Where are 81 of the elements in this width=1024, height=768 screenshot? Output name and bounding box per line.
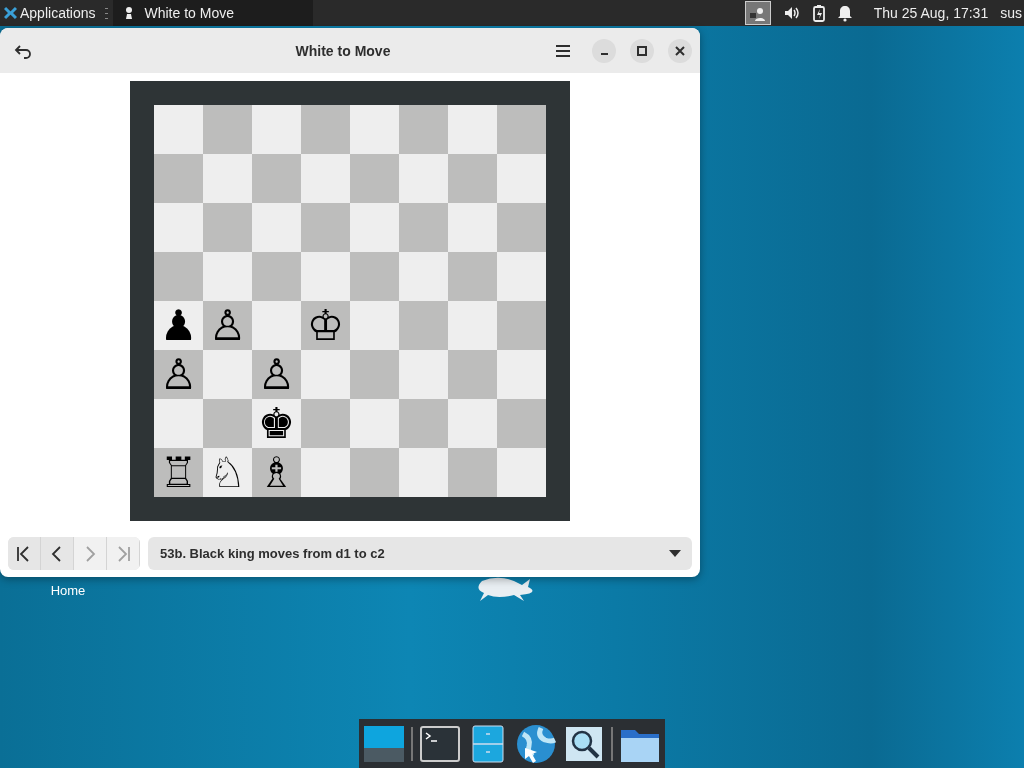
board-square[interactable] <box>497 301 546 350</box>
board-square[interactable] <box>252 301 301 350</box>
close-button[interactable] <box>668 38 692 63</box>
board-square[interactable] <box>154 105 203 154</box>
maximize-button[interactable] <box>630 38 654 63</box>
board-square[interactable] <box>497 448 546 497</box>
globe-cursor-icon[interactable] <box>515 723 557 764</box>
bell-icon[interactable] <box>837 4 852 22</box>
board-square[interactable] <box>203 105 252 154</box>
board-square[interactable] <box>350 203 399 252</box>
desktop-icon-label[interactable]: Home <box>50 583 86 598</box>
board-square[interactable] <box>497 350 546 399</box>
board-square[interactable] <box>154 399 203 448</box>
minimize-icon <box>600 52 608 55</box>
board-square[interactable] <box>448 154 497 203</box>
board-square[interactable] <box>399 105 448 154</box>
board-square[interactable] <box>301 105 350 154</box>
taskbar-window-button[interactable]: White to Move <box>112 0 313 26</box>
tray-app-icon[interactable] <box>744 1 771 25</box>
board-square[interactable] <box>350 448 399 497</box>
board-square[interactable] <box>350 301 399 350</box>
dropdown-caret-icon <box>668 549 682 558</box>
board-square[interactable] <box>301 399 350 448</box>
board-square[interactable] <box>350 350 399 399</box>
move-history-dropdown[interactable]: 53b. Black king moves from d1 to c2 <box>148 537 692 570</box>
applications-icon <box>4 6 17 20</box>
board-square[interactable] <box>350 252 399 301</box>
board-square[interactable] <box>399 252 448 301</box>
battery-icon[interactable] <box>811 4 826 22</box>
applications-menu-button[interactable]: Applications <box>0 0 100 26</box>
show-desktop-icon[interactable] <box>363 723 405 764</box>
board-square[interactable] <box>448 105 497 154</box>
panel-handle-icon <box>103 6 109 20</box>
board-square[interactable] <box>203 350 252 399</box>
user-name[interactable]: sus <box>1000 5 1022 21</box>
board-square[interactable] <box>497 203 546 252</box>
close-icon <box>675 45 685 56</box>
board-square[interactable] <box>154 203 203 252</box>
window-title: White to Move <box>294 42 392 59</box>
board-square[interactable] <box>301 203 350 252</box>
chess-board[interactable]: ♟ ♙ ♔ ♙ ♙ ♚ ♖ ♘ ♗ <box>130 81 570 521</box>
board-square[interactable] <box>448 301 497 350</box>
board-square[interactable] <box>497 252 546 301</box>
volume-icon[interactable] <box>782 5 800 21</box>
terminal-icon[interactable] <box>419 723 461 764</box>
board-square[interactable] <box>399 350 448 399</box>
board-square[interactable] <box>301 154 350 203</box>
board-square[interactable] <box>252 154 301 203</box>
board-square[interactable] <box>497 154 546 203</box>
board-square[interactable] <box>350 399 399 448</box>
board-square[interactable] <box>399 399 448 448</box>
board-square[interactable] <box>301 252 350 301</box>
board-square[interactable] <box>350 105 399 154</box>
board-square[interactable] <box>154 252 203 301</box>
board-square[interactable] <box>448 399 497 448</box>
board-square[interactable] <box>203 399 252 448</box>
board-square[interactable] <box>448 203 497 252</box>
board-square[interactable] <box>399 301 448 350</box>
board-square[interactable] <box>350 154 399 203</box>
board-square[interactable] <box>497 105 546 154</box>
maximize-icon <box>637 45 647 56</box>
board-square[interactable] <box>154 154 203 203</box>
board-square[interactable] <box>252 203 301 252</box>
first-move-button[interactable] <box>8 537 41 570</box>
board-square[interactable] <box>203 252 252 301</box>
board-square[interactable] <box>448 252 497 301</box>
board-square[interactable] <box>301 448 350 497</box>
board-square[interactable] <box>399 203 448 252</box>
board-square[interactable] <box>252 105 301 154</box>
board-square[interactable] <box>301 350 350 399</box>
clock[interactable]: Thu 25 Aug, 17:31 <box>873 5 989 21</box>
minimize-button[interactable] <box>592 38 616 63</box>
board-square[interactable] <box>399 154 448 203</box>
board-square[interactable] <box>448 350 497 399</box>
board-square[interactable] <box>252 252 301 301</box>
board-square[interactable] <box>448 448 497 497</box>
board-square[interactable] <box>203 154 252 203</box>
board-square[interactable] <box>497 399 546 448</box>
menu-icon <box>555 42 571 59</box>
board-square[interactable] <box>399 448 448 497</box>
board-square[interactable] <box>203 203 252 252</box>
